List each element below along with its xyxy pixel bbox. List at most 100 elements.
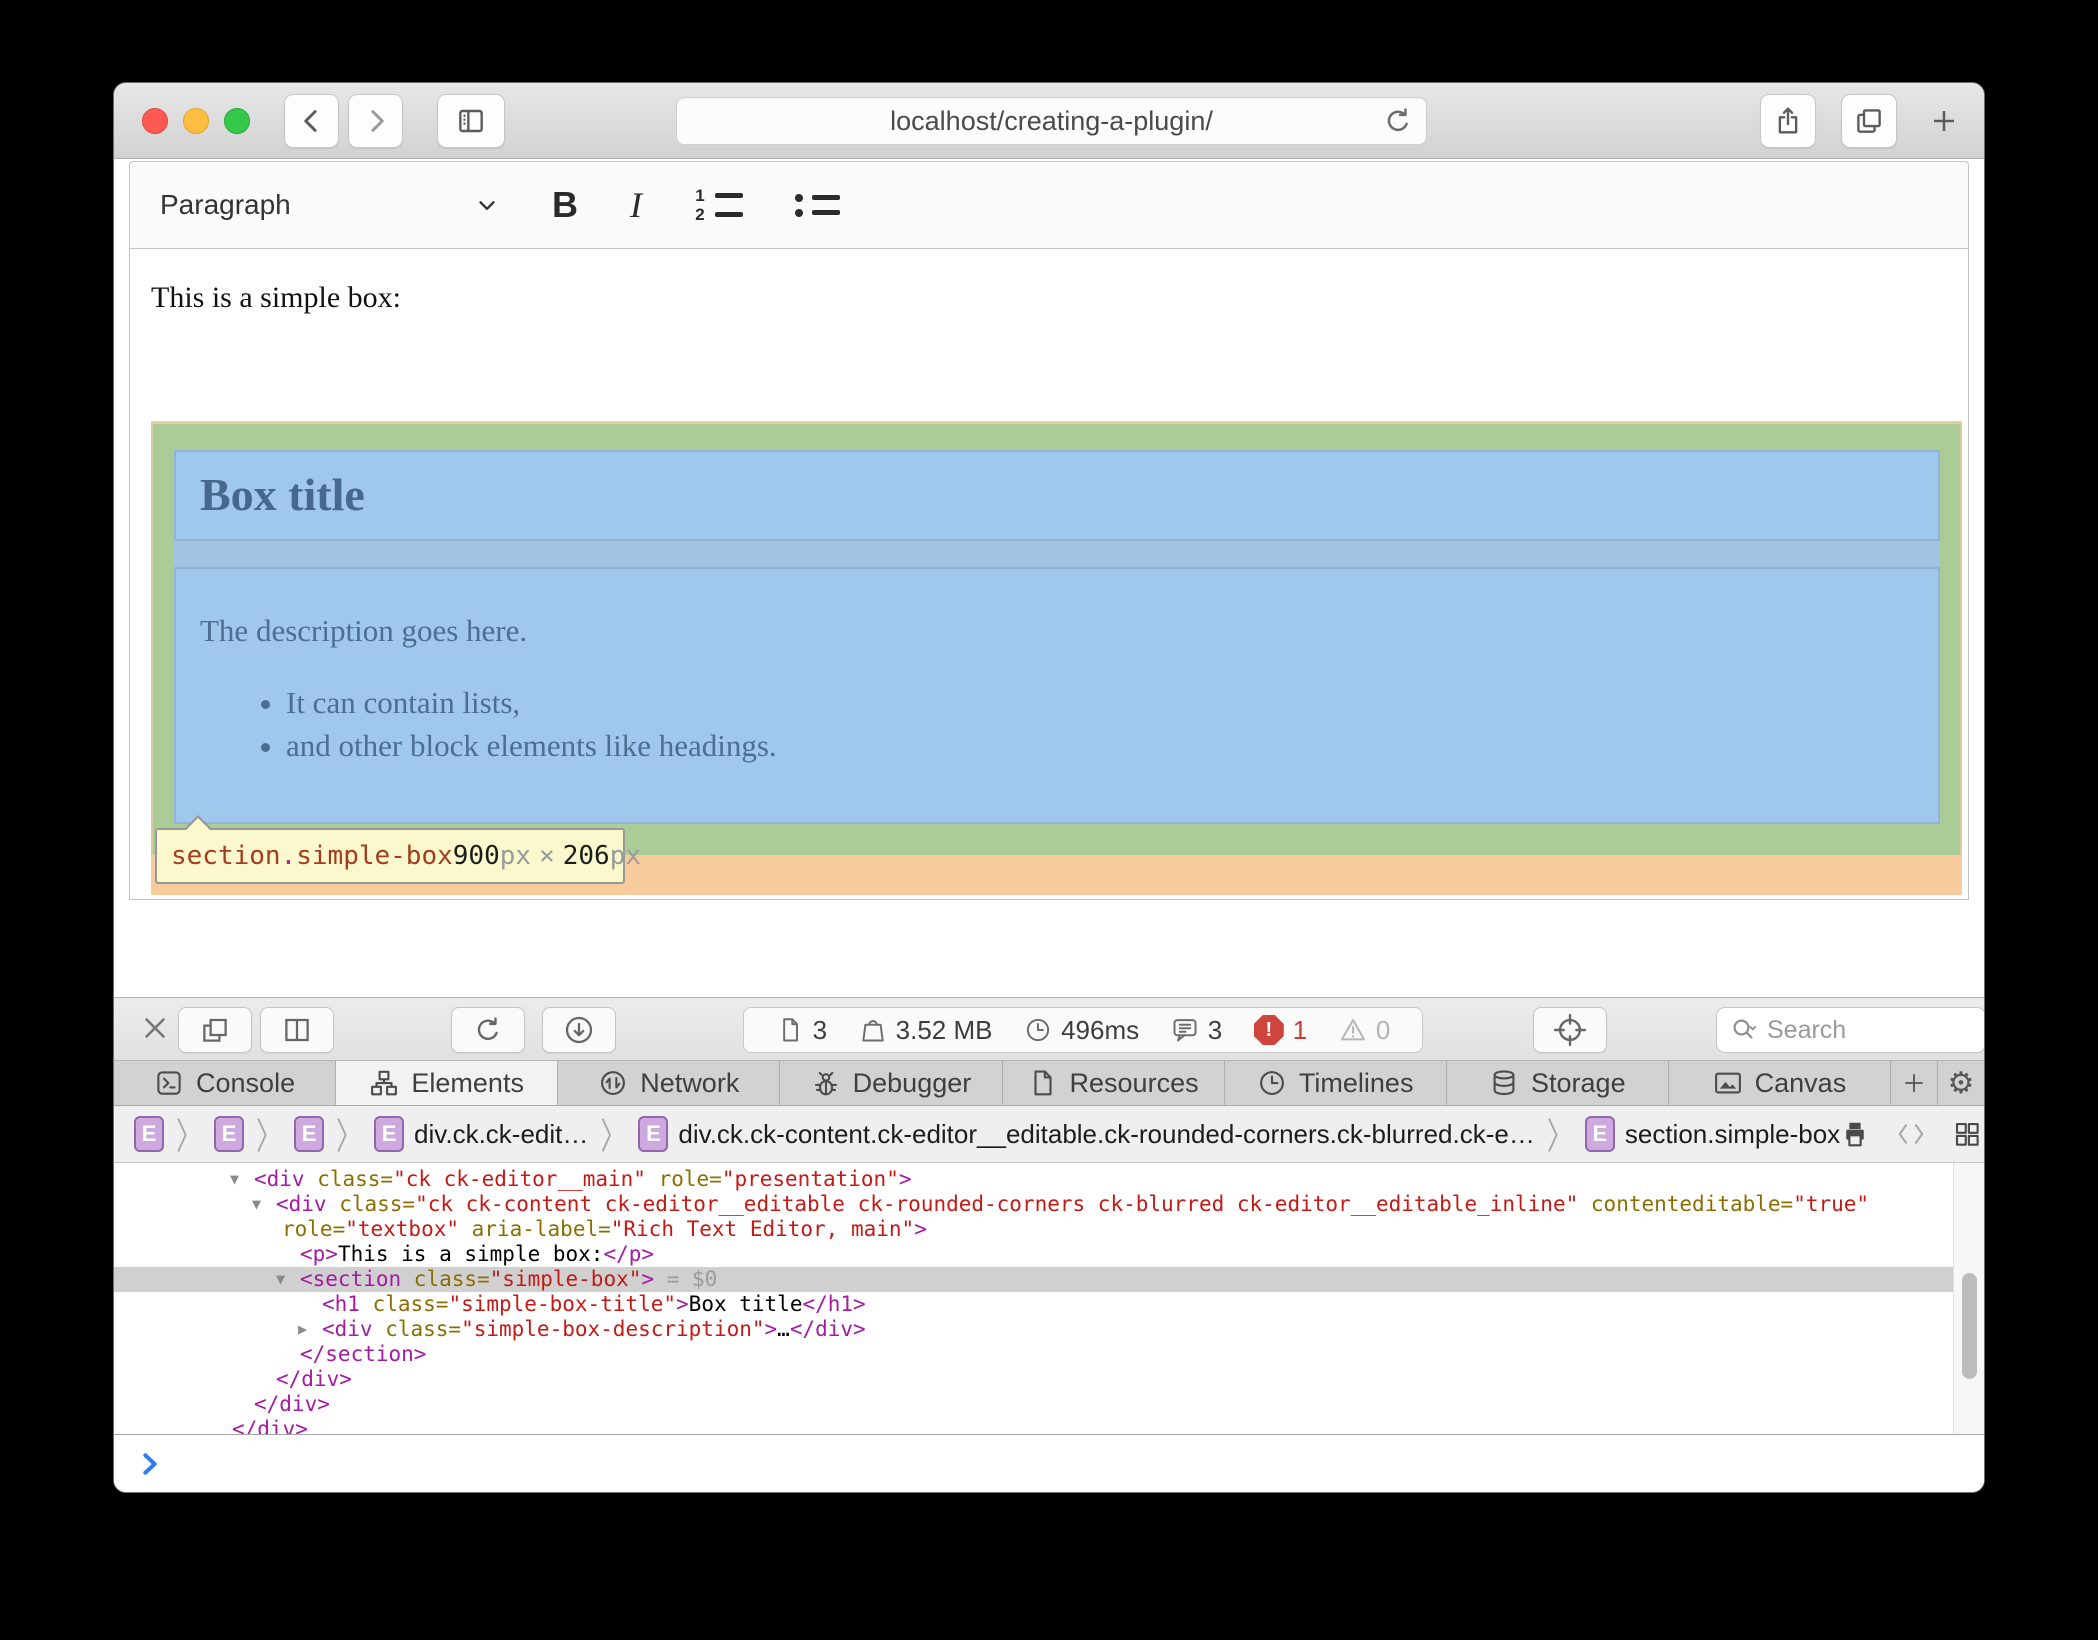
close-window-button[interactable]: [142, 108, 168, 134]
rich-text-editor: Paragraph B I 1 2: [129, 161, 1969, 900]
dom-node-selected[interactable]: ▼<section class="simple-box"> = $0: [114, 1267, 1984, 1292]
tab-console[interactable]: Console: [114, 1061, 336, 1105]
reload-icon[interactable]: [1382, 105, 1414, 137]
dom-node[interactable]: ▼<div class="ck ck-editor__main" role="p…: [114, 1167, 1954, 1192]
print-styles-icon[interactable]: [1840, 1119, 1870, 1149]
canvas-icon: [1713, 1068, 1743, 1098]
status-badge-warning-triangle[interactable]: 0: [1339, 1015, 1390, 1046]
box-title-text: Box title: [200, 468, 365, 521]
inspector-search-field[interactable]: [1716, 1007, 1984, 1053]
disclosure-triangle-icon[interactable]: ▼: [276, 1267, 285, 1292]
inspector-toolbar: 3 3.52 MB 496ms 3 !1 0: [114, 997, 1984, 1061]
disclosure-triangle-icon[interactable]: ▶: [298, 1317, 307, 1342]
simple-box-title-block[interactable]: Box title: [174, 450, 1940, 541]
weight-icon: [859, 1016, 887, 1044]
dom-node[interactable]: </div>: [114, 1417, 1954, 1434]
back-button[interactable]: [284, 94, 339, 148]
new-tab-button[interactable]: [1922, 95, 1966, 147]
simple-box-description-block[interactable]: The description goes here. It can contai…: [174, 567, 1940, 824]
scrollbar-thumb[interactable]: [1962, 1273, 1977, 1379]
plus-icon: [1901, 1070, 1927, 1096]
paragraph-style-dropdown[interactable]: Paragraph: [160, 189, 500, 221]
zoom-window-button[interactable]: [224, 108, 250, 134]
editor-content-area[interactable]: This is a simple box: Box title The desc…: [129, 249, 1969, 900]
tab-elements[interactable]: Elements: [336, 1061, 558, 1105]
dom-node[interactable]: </section>: [114, 1342, 1954, 1367]
element-badge-icon: E: [1585, 1116, 1615, 1152]
breadcrumb-item[interactable]: Ediv.ck.ck-edit…: [374, 1116, 588, 1152]
breadcrumb-item[interactable]: E: [214, 1116, 244, 1152]
dom-node[interactable]: ▶<div class="simple-box-description">…</…: [114, 1317, 1954, 1342]
element-badge-icon: E: [134, 1116, 164, 1152]
sidebar-toggle-button[interactable]: [437, 94, 505, 148]
dom-node[interactable]: <h1 class="simple-box-title">Box title</…: [114, 1292, 1954, 1317]
address-bar[interactable]: localhost/creating-a-plugin/: [676, 97, 1427, 145]
dom-node[interactable]: role="textbox" aria-label="Rich Text Edi…: [114, 1217, 1954, 1242]
elements-icon: [369, 1068, 399, 1098]
tab-timelines[interactable]: Timelines: [1225, 1061, 1447, 1105]
dom-breadcrumb-bar: E〉E〉E〉Ediv.ck.ck-edit…〉Ediv.ck.ck-conten…: [114, 1106, 1984, 1163]
status-badge-error-octagon[interactable]: !1: [1254, 1015, 1307, 1046]
layout-grid-icon[interactable]: [1952, 1119, 1982, 1149]
tab-debugger[interactable]: Debugger: [780, 1061, 1002, 1105]
show-all-tabs-button[interactable]: [1841, 94, 1897, 148]
share-button[interactable]: [1760, 94, 1816, 148]
disclosure-triangle-icon[interactable]: ▼: [230, 1167, 239, 1192]
dom-node[interactable]: <p>This is a simple box:</p>: [114, 1242, 1954, 1267]
disclosure-triangle-icon[interactable]: ▼: [252, 1192, 261, 1217]
settings-gear-button[interactable]: ⚙: [1938, 1061, 1984, 1105]
tab-network[interactable]: Network: [558, 1061, 780, 1105]
status-badge-weight[interactable]: 3.52 MB: [859, 1015, 993, 1046]
search-input[interactable]: [1765, 1015, 1919, 1046]
tab-resources[interactable]: Resources: [1003, 1061, 1225, 1105]
element-badge-icon: E: [638, 1116, 668, 1152]
chevron-down-icon: [474, 192, 500, 218]
reload-page-button[interactable]: [451, 1007, 525, 1053]
dom-node[interactable]: ▼<div class="ck ck-content ck-editor__ed…: [114, 1192, 1954, 1217]
breadcrumb-item[interactable]: E: [134, 1116, 164, 1152]
inspector-tab-bar: ConsoleElementsNetworkDebuggerResourcesT…: [114, 1061, 1984, 1106]
tooltip-height: 206: [563, 841, 610, 871]
element-picker-button[interactable]: [1533, 1007, 1607, 1053]
dom-tree-panel[interactable]: ▼<div class="ck ck-editor__main" role="p…: [114, 1163, 1984, 1434]
dom-scrollbar[interactable]: [1953, 1163, 1984, 1434]
dom-node[interactable]: </div>: [114, 1367, 1954, 1392]
status-badge-document[interactable]: 3: [776, 1015, 827, 1046]
status-badge-bubble[interactable]: 3: [1171, 1015, 1222, 1046]
resource-status-pill: 3 3.52 MB 496ms 3 !1 0: [743, 1007, 1423, 1053]
dom-node[interactable]: </div>: [114, 1392, 1954, 1417]
storage-icon: [1489, 1068, 1519, 1098]
tooltip-width: 900: [453, 841, 500, 871]
download-web-archive-button[interactable]: [542, 1007, 616, 1053]
numbered-list-icon: 1 2: [694, 190, 743, 221]
bulleted-list-button[interactable]: [795, 194, 840, 217]
quick-console-prompt[interactable]: [114, 1434, 1984, 1492]
element-badge-icon: E: [214, 1116, 244, 1152]
error-octagon-icon: !: [1254, 1015, 1284, 1045]
status-badge-clock[interactable]: 496ms: [1024, 1015, 1139, 1046]
tab-canvas[interactable]: Canvas: [1669, 1061, 1891, 1105]
tab-storage[interactable]: Storage: [1447, 1061, 1669, 1105]
back-icon: [297, 106, 327, 136]
breadcrumb-item[interactable]: Esection.simple-box: [1585, 1116, 1840, 1152]
bold-button[interactable]: B: [552, 184, 578, 226]
dock-side-button[interactable]: [260, 1007, 334, 1053]
reload-icon: [472, 1014, 504, 1046]
code-brackets-icon[interactable]: [1896, 1119, 1926, 1149]
inspect-highlight-overlay: Box title The description goes here. It …: [151, 421, 1962, 895]
close-inspector-button[interactable]: [138, 1011, 172, 1045]
minimize-window-button[interactable]: [183, 108, 209, 134]
tooltip-selector: section: [171, 841, 281, 871]
console-prompt-icon: [136, 1450, 164, 1478]
bulleted-list-icon: [795, 194, 840, 217]
add-tab-button[interactable]: [1891, 1061, 1938, 1105]
numbered-list-button[interactable]: 1 2: [694, 190, 743, 221]
editor-paragraph[interactable]: This is a simple box:: [151, 281, 401, 315]
badge-value: 3: [813, 1015, 827, 1046]
forward-button[interactable]: [348, 94, 403, 148]
breadcrumb-item[interactable]: E: [294, 1116, 324, 1152]
breadcrumb-item[interactable]: Ediv.ck.ck-content.ck-editor__editable.c…: [638, 1116, 1534, 1152]
detach-inspector-button[interactable]: [178, 1007, 252, 1053]
italic-button[interactable]: I: [630, 184, 642, 226]
element-badge-icon: E: [294, 1116, 324, 1152]
